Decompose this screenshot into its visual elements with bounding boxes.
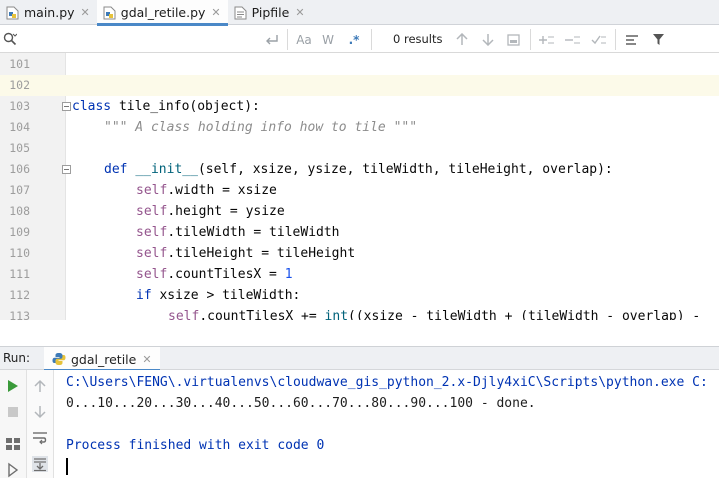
- line-number: 112: [9, 288, 30, 302]
- run-label: Run:: [3, 351, 31, 365]
- new-line-icon[interactable]: [263, 30, 281, 49]
- line-number: 108: [9, 204, 30, 218]
- filter-settings-icon[interactable]: [623, 30, 641, 49]
- editor-tab-bar: main.py ✕ gdal_retile.py ✕ Pipfile ✕: [0, 0, 719, 26]
- text-caret: [66, 458, 68, 475]
- up-stack-icon[interactable]: [32, 378, 48, 394]
- run-left-toolbar: [0, 370, 27, 478]
- layout-icon[interactable]: [5, 436, 21, 452]
- stop-icon[interactable]: [5, 404, 21, 420]
- soft-wrap-icon[interactable]: [32, 430, 48, 446]
- line-number: 106: [9, 162, 30, 176]
- tab-label: gdal_retile.py: [120, 5, 206, 20]
- search-results-count: 0 results: [393, 32, 443, 46]
- console-output[interactable]: C:\Users\FENG\.virtualenvs\cloudwave_gis…: [66, 370, 719, 478]
- code-line: 104 """ A class holding info how to tile…: [0, 117, 719, 138]
- previous-occurrence-icon[interactable]: [454, 30, 470, 49]
- code-line: 112 if xsize > tileWidth:: [0, 285, 719, 306]
- line-number: 113: [9, 309, 30, 320]
- code-line: 111 self.countTilesX = 1: [0, 264, 719, 285]
- code-line: 106 def __init__(self, xsize, ysize, til…: [0, 159, 719, 180]
- search-input[interactable]: [20, 30, 260, 49]
- code-line: 110 self.tileHeight = tileHeight: [0, 243, 719, 264]
- filter-icon[interactable]: [650, 30, 666, 49]
- line-number: 102: [9, 78, 30, 92]
- match-case-button[interactable]: Aa: [293, 30, 315, 49]
- tab-main-py[interactable]: main.py ✕: [0, 0, 97, 25]
- fold-icon[interactable]: [62, 165, 71, 174]
- tab-label: Pipfile: [251, 5, 290, 20]
- close-icon[interactable]: ✕: [81, 6, 90, 19]
- remove-selection-icon[interactable]: [564, 30, 582, 49]
- run-tool-window-header: Run: gdal_retile ✕: [0, 346, 719, 372]
- python-file-icon: [103, 6, 116, 19]
- code-line: 105: [0, 138, 719, 159]
- run-tab-label: gdal_retile: [71, 351, 137, 367]
- line-number: 103: [9, 99, 30, 113]
- find-bar: Aa W .* 0 results: [0, 26, 719, 53]
- run-console-toolbar: [27, 370, 54, 478]
- words-button[interactable]: W: [319, 30, 337, 49]
- add-selection-icon[interactable]: [538, 30, 556, 49]
- pin-icon[interactable]: [5, 462, 21, 478]
- scroll-to-end-icon[interactable]: [32, 456, 48, 472]
- select-all-occurrences-icon[interactable]: [590, 30, 608, 49]
- tab-label: main.py: [24, 5, 75, 20]
- close-icon[interactable]: ✕: [142, 353, 151, 366]
- line-number: 101: [9, 57, 30, 71]
- next-occurrence-icon[interactable]: [480, 30, 496, 49]
- tab-pipfile[interactable]: Pipfile ✕: [228, 0, 312, 25]
- pipfile-icon: [234, 6, 247, 19]
- python-run-icon: [52, 353, 66, 365]
- close-icon[interactable]: ✕: [295, 6, 304, 19]
- line-number: 105: [9, 141, 30, 155]
- console-line: 0...10...20...30...40...50...60...70...8…: [66, 396, 536, 411]
- code-line: 103 class tile_info(object):: [0, 96, 719, 117]
- code-line: 108 self.height = ysize: [0, 201, 719, 222]
- console-line: Process finished with exit code 0: [66, 438, 325, 453]
- close-icon[interactable]: ✕: [211, 6, 220, 19]
- code-line-current: 102: [0, 75, 719, 96]
- code-line: 109 self.tileWidth = tileWidth: [0, 222, 719, 243]
- line-number: 110: [9, 246, 30, 260]
- show-all-occurrences-icon[interactable]: [505, 30, 521, 49]
- line-number: 109: [9, 225, 30, 239]
- python-file-icon: [6, 6, 19, 19]
- run-console-panel: C:\Users\FENG\.virtualenvs\cloudwave_gis…: [0, 370, 719, 478]
- regex-button[interactable]: .*: [344, 30, 364, 49]
- console-line: C:\Users\FENG\.virtualenvs\cloudwave_gis…: [66, 375, 708, 390]
- tab-gdal-retile[interactable]: gdal_retile.py ✕: [96, 0, 228, 26]
- line-number: 107: [9, 183, 30, 197]
- run-tab-gdal-retile[interactable]: gdal_retile ✕: [44, 347, 160, 372]
- fold-icon[interactable]: [62, 102, 71, 111]
- down-stack-icon[interactable]: [32, 404, 48, 420]
- code-line: 113 self.countTilesX += int((xsize - til…: [0, 306, 719, 320]
- code-line: 107 self.width = xsize: [0, 180, 719, 201]
- line-number: 104: [9, 120, 30, 134]
- rerun-icon[interactable]: [5, 378, 21, 394]
- code-editor[interactable]: 101 102 103 class tile_info(object): 104…: [0, 53, 719, 320]
- code-line: 101: [0, 54, 719, 75]
- search-icon[interactable]: [3, 32, 17, 46]
- line-number: 111: [9, 267, 30, 281]
